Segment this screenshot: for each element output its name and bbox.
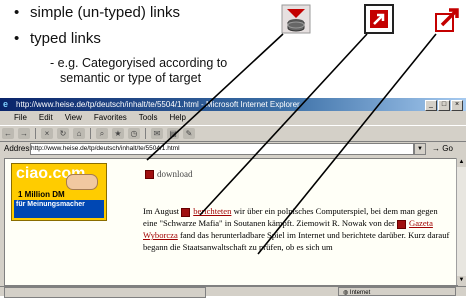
scroll-up-button[interactable]: ▲ (457, 158, 466, 167)
typed-link-icon (397, 219, 407, 229)
forward-button[interactable]: → (18, 128, 30, 139)
typed-link-icon (181, 207, 191, 217)
article-text-c: fand das herunterladbare Spiel im Intern… (143, 230, 450, 252)
sub-bullet-marker: - (50, 56, 55, 70)
link-berichteten[interactable]: berichteten (193, 206, 231, 216)
home-button[interactable]: ⌂ (73, 128, 85, 139)
address-label: Address (4, 144, 34, 153)
bullet-typed-links: • typed links (14, 30, 101, 47)
bullet-simple-links: • simple (un-typed) links (14, 4, 180, 21)
menu-tools[interactable]: Tools (139, 113, 158, 122)
menu-help[interactable]: Help (169, 113, 185, 122)
banner-prize-line-2: für Meinungsmacher (14, 200, 104, 218)
menu-file[interactable]: File (14, 113, 27, 122)
menu-bar: File Edit View Favorites Tools Help (0, 112, 466, 124)
address-bar: Address http://www.heise.de/tp/deutsch/i… (0, 142, 466, 155)
toolbar-separator (145, 128, 146, 139)
article-text-a: Im August (143, 206, 180, 216)
menu-favorites[interactable]: Favorites (94, 113, 127, 122)
status-message (4, 287, 206, 298)
banner-prize-text: für Meinungsmacher (16, 201, 85, 208)
bullet-marker: • (14, 30, 20, 47)
maximize-button[interactable]: □ (438, 100, 450, 111)
bullet-marker: • (14, 4, 20, 21)
download-icon (145, 170, 154, 180)
back-button[interactable]: ← (2, 128, 14, 139)
status-bar: ◍ Internet (0, 286, 466, 298)
finger-pointing-icon (66, 174, 98, 190)
sub-bullet-line-1: - e.g. Categoryised according to (50, 56, 310, 71)
window-title: http://www.heise.de/tp/deutsch/inhalt/te… (16, 100, 300, 109)
favorites-button[interactable]: ★ (112, 128, 124, 139)
external-arrow-icon (433, 4, 463, 34)
edit-button[interactable]: ✎ (183, 128, 195, 139)
refresh-button[interactable]: ↻ (57, 128, 69, 139)
search-button[interactable]: ⌕ (96, 128, 108, 139)
toolbar-separator (90, 128, 91, 139)
bullet-text: simple (un-typed) links (30, 4, 181, 21)
go-label: Go (442, 144, 453, 153)
minimize-button[interactable]: _ (425, 100, 437, 111)
sub-bullet-text-1: e.g. Categoryised according to (57, 56, 228, 70)
arrow-box-icon (364, 4, 394, 34)
address-value: http://www.heise.de/tp/deutsch/inhalt/te… (31, 145, 180, 152)
ciao-banner-ad[interactable]: ciao.com 1 Million DM für Meinungsmacher (11, 163, 107, 221)
browser-window: e http://www.heise.de/tp/deutsch/inhalt/t… (0, 97, 466, 298)
go-button[interactable]: → Go (432, 142, 453, 155)
vertical-scrollbar[interactable]: ▲ ▼ (456, 158, 466, 285)
bullet-text: typed links (30, 30, 101, 47)
print-button[interactable]: ▤ (167, 128, 179, 139)
status-zone-label: Internet (349, 290, 371, 296)
browser-toolbar: ← → × ↻ ⌂ ⌕ ★ ◷ ✉ ▤ ✎ (0, 125, 466, 142)
article-paragraph: Im August berichteten wir über ein polni… (143, 205, 453, 253)
sub-bullet: - e.g. Categoryised according to semanti… (50, 56, 310, 86)
ie-logo-icon: e (3, 99, 9, 109)
banner-prize-line-1: 1 Million DM (18, 190, 65, 199)
address-dropdown-button[interactable]: ▼ (414, 143, 426, 155)
page-viewport: ciao.com 1 Million DM für Meinungsmacher… (4, 158, 458, 286)
stop-button[interactable]: × (41, 128, 53, 139)
scroll-down-button[interactable]: ▼ (457, 276, 466, 285)
browser-titlebar: e http://www.heise.de/tp/deutsch/inhalt/t… (0, 98, 466, 111)
address-input[interactable]: http://www.heise.de/tp/deutsch/inhalt/te… (30, 143, 414, 155)
menu-view[interactable]: View (65, 113, 82, 122)
menu-edit[interactable]: Edit (39, 113, 53, 122)
toolbar-separator (35, 128, 36, 139)
history-button[interactable]: ◷ (128, 128, 140, 139)
close-button[interactable]: × (451, 100, 463, 111)
globe-icon: ◍ (343, 290, 349, 296)
window-controls: _ □ × (424, 100, 463, 111)
download-label: download (157, 169, 193, 179)
mail-button[interactable]: ✉ (151, 128, 163, 139)
download-link[interactable]: download (145, 169, 193, 180)
database-download-icon (281, 4, 311, 34)
sub-bullet-text-2: semantic or type of target (60, 71, 202, 85)
